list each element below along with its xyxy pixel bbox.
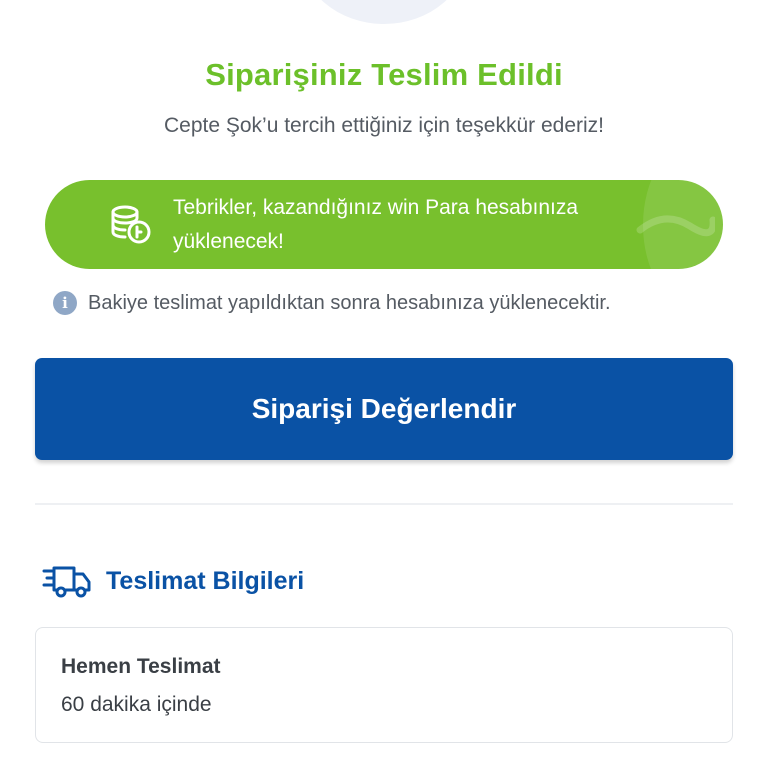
truck-icon [42, 566, 91, 598]
banner-text-line2: yüklenecek! [173, 230, 284, 253]
delivery-eta: 60 dakika içinde [61, 693, 212, 716]
delivery-section-title: Teslimat Bilgileri [106, 566, 305, 595]
delivery-type: Hemen Teslimat [61, 655, 221, 678]
banner-text-line1: Tebrikler, kazandığınız win Para hesabın… [173, 196, 579, 219]
win-para-banner: Tebrikler, kazandığınız win Para hesabın… [45, 180, 723, 269]
delivery-section-header: Teslimat Bilgileri [42, 562, 304, 600]
page-subtitle: Cepte Şok’u tercih ettiğiniz için teşekk… [163, 114, 605, 137]
info-icon: i [53, 291, 77, 315]
rate-order-button[interactable]: Siparişi Değerlendir [35, 358, 733, 460]
status-illustration [300, 0, 468, 24]
delivery-info-card: Hemen Teslimat 60 dakika içinde [35, 627, 733, 743]
balance-info: i Bakiye teslimat yapıldıktan sonra hesa… [53, 291, 611, 315]
page-title: Siparişiniz Teslim Edildi [205, 57, 563, 92]
balance-info-text: Bakiye teslimat yapıldıktan sonra hesabı… [88, 291, 611, 314]
coins-icon [111, 205, 151, 244]
order-delivered-page: Siparişiniz Teslim Edildi Cepte Şok’u te… [0, 0, 768, 768]
divider [35, 503, 733, 505]
